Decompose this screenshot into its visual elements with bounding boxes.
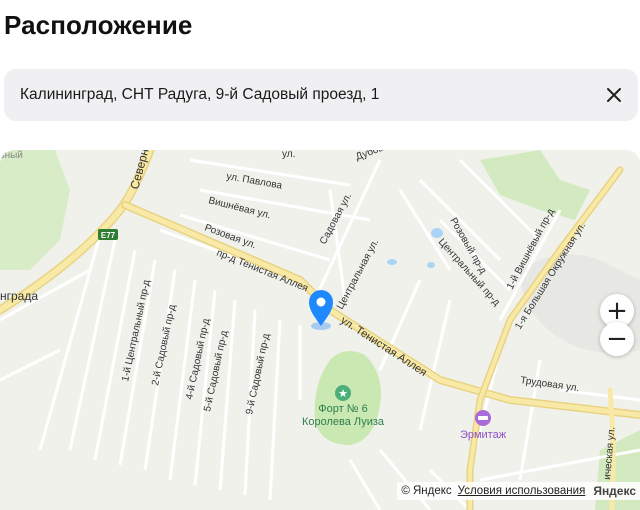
map-label-zny: зный (0, 150, 23, 161)
svg-text:★: ★ (338, 387, 348, 400)
terms-link[interactable]: Условия использования (458, 485, 586, 497)
copyright: © Яндекс (401, 485, 452, 497)
address-value: Калининград, СНТ Радуга, 9-й Садовый про… (20, 86, 380, 103)
map[interactable]: E77 зный нграда Северн ул. ул. Павлова В… (0, 150, 640, 510)
address-field[interactable]: Калининград, СНТ Радуга, 9-й Садовый про… (4, 69, 638, 121)
poi-luiza[interactable]: Королева Луиза (302, 416, 385, 428)
close-icon[interactable] (604, 85, 624, 105)
location-pin-icon[interactable] (309, 290, 333, 330)
map-label-pavlova-top: ул. (282, 150, 295, 160)
zoom-out-button[interactable]: − (600, 322, 634, 356)
page-title: Расположение (4, 10, 193, 40)
map-attribution: © Яндекс Условия использования Яндекс (397, 482, 640, 500)
e77-label: E77 (101, 231, 116, 240)
poi-fort[interactable]: Форт № 6 (318, 403, 367, 415)
map-label-kaliningrad: нграда (0, 289, 38, 303)
yandex-logo[interactable]: Яндекс (593, 484, 636, 498)
map-canvas[interactable]: E77 зный нграда Северн ул. ул. Павлова В… (0, 150, 640, 510)
poi-ermitazh[interactable]: Эрмитаж (460, 429, 507, 441)
